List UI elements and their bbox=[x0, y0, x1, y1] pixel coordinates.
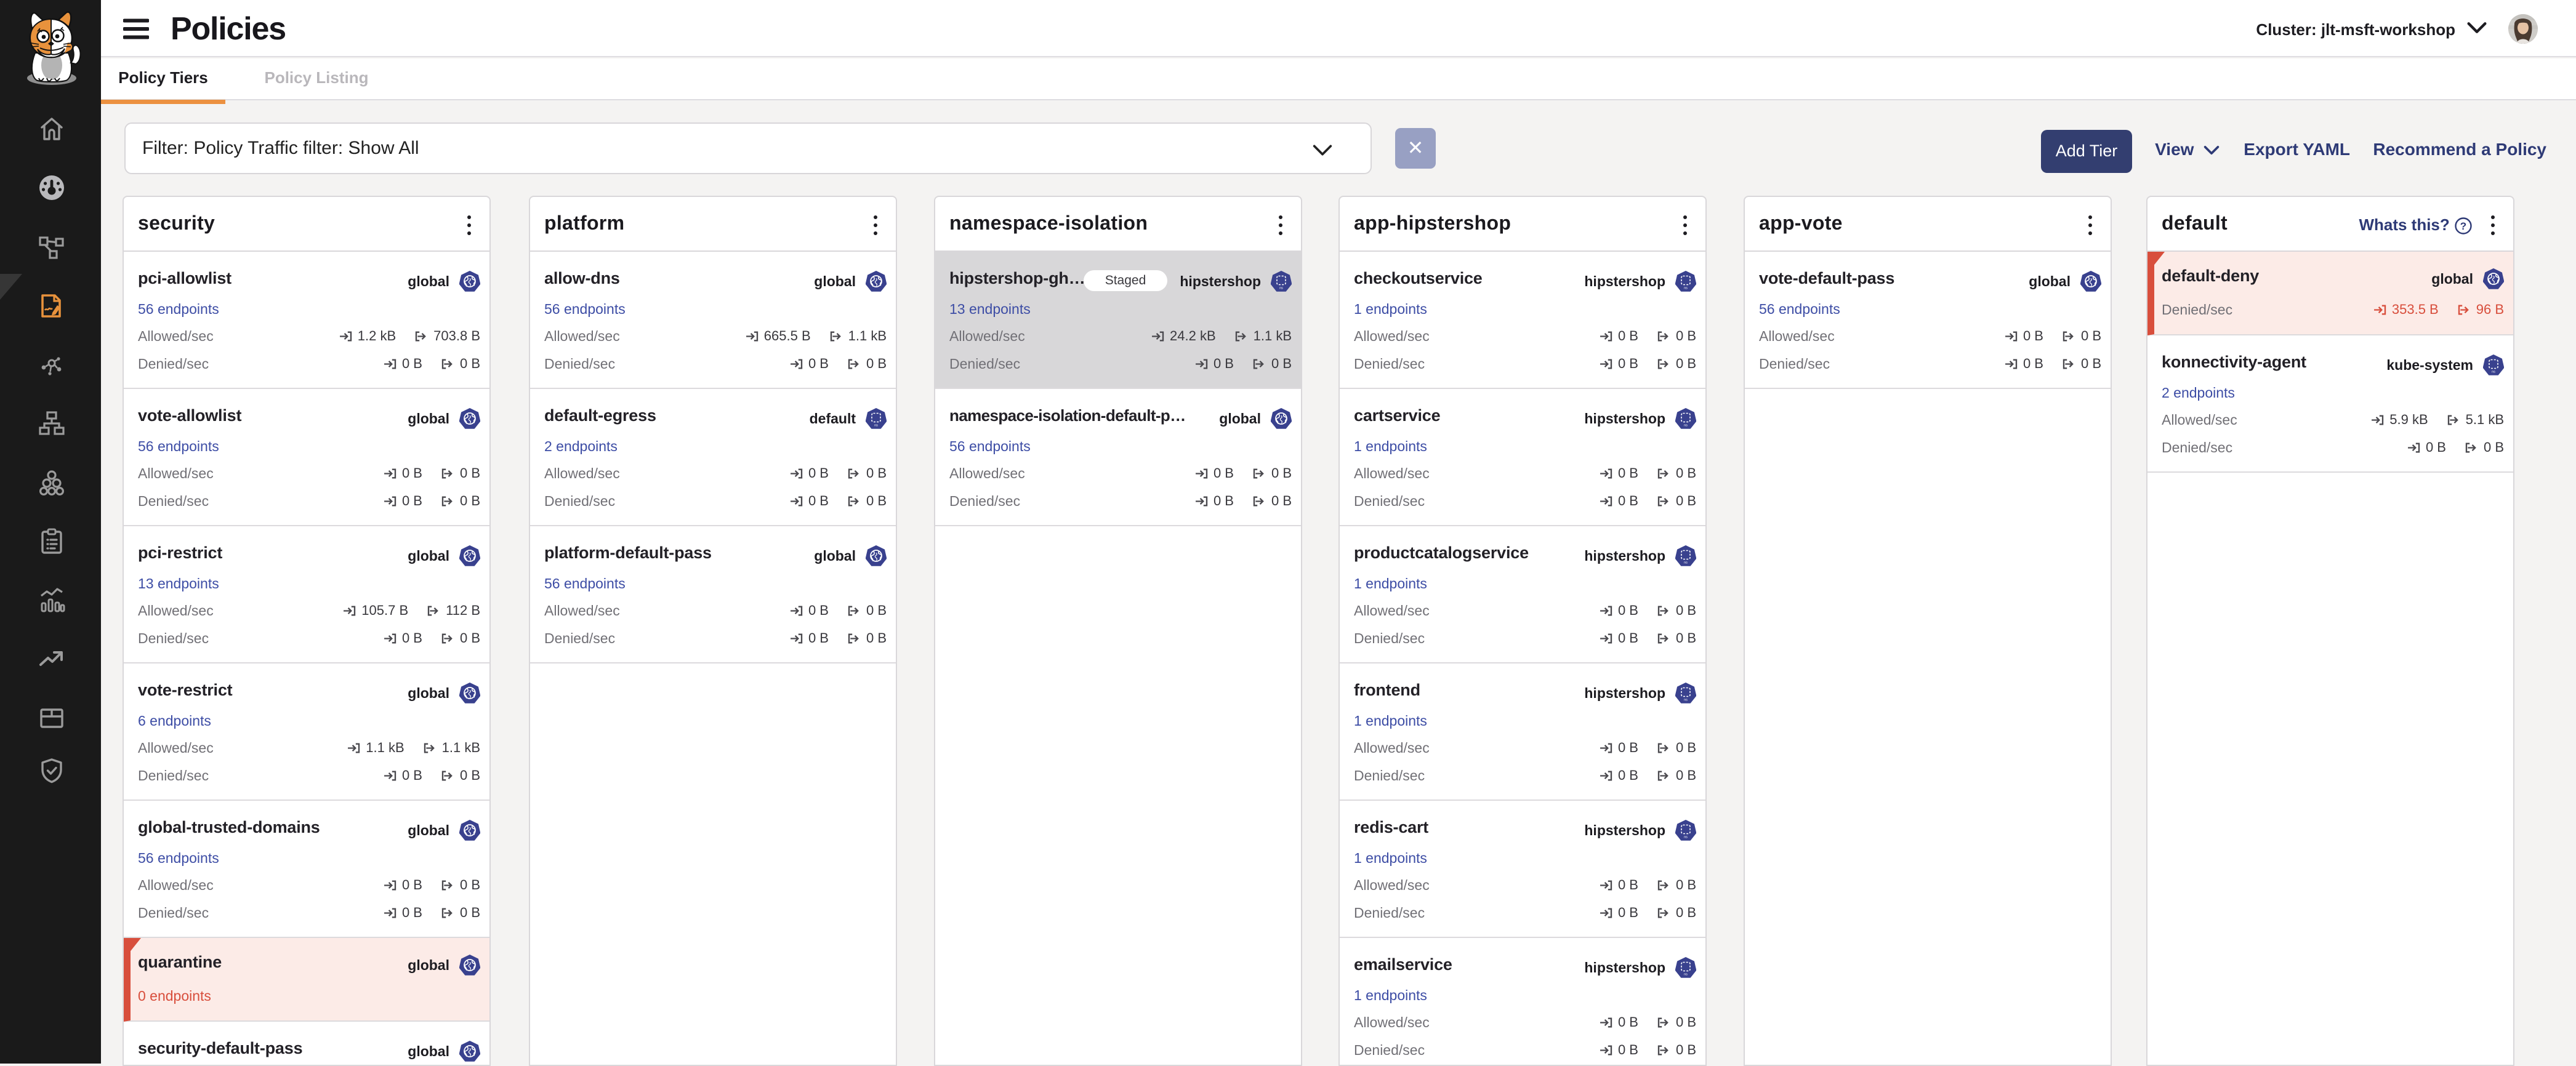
svg-text:ns: ns bbox=[2492, 371, 2495, 374]
svg-text:ns: ns bbox=[1684, 287, 1688, 291]
svg-text:ns: ns bbox=[1684, 836, 1688, 840]
svg-text:?: ? bbox=[2460, 220, 2466, 232]
svg-text:ns: ns bbox=[874, 424, 878, 428]
svg-text:ns: ns bbox=[1279, 287, 1283, 291]
svg-text:ns: ns bbox=[1684, 424, 1688, 428]
svg-text:ns: ns bbox=[1684, 561, 1688, 565]
svg-text:ns: ns bbox=[1684, 973, 1688, 977]
svg-text:ns: ns bbox=[1684, 699, 1688, 702]
